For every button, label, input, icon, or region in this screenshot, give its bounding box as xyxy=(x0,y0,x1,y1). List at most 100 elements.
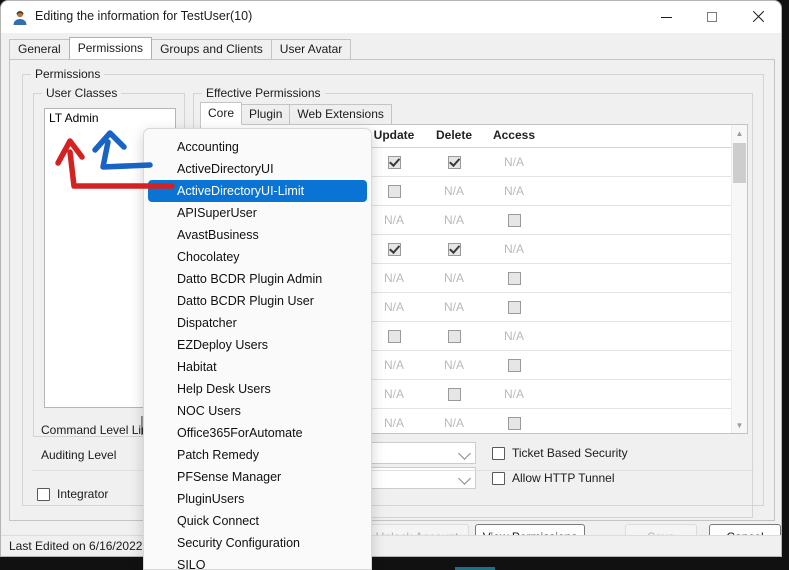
column-header-access[interactable]: Access xyxy=(486,128,542,142)
permission-checkbox-unchecked[interactable] xyxy=(486,264,542,292)
checkbox-box xyxy=(492,472,505,485)
command-level-limit-label: Command Level Limit xyxy=(41,423,157,437)
chevron-down-icon xyxy=(458,472,471,485)
cell-not-applicable: N/A xyxy=(366,380,422,408)
dropdown-item[interactable]: EZDeploy Users xyxy=(148,334,367,356)
dropdown-item[interactable]: PFSense Manager xyxy=(148,466,367,488)
cell-not-applicable: N/A xyxy=(486,148,542,176)
cell-not-applicable: N/A xyxy=(426,409,482,433)
dropdown-item[interactable]: SILO xyxy=(148,554,367,570)
dropdown-item[interactable]: Quick Connect xyxy=(148,510,367,532)
permissions-tab-page: Permissions User Classes LT Admin xyxy=(9,59,775,521)
permission-checkbox-unchecked[interactable] xyxy=(486,351,542,379)
dropdown-item[interactable]: Security Configuration xyxy=(148,532,367,554)
window-titlebar: Editing the information for TestUser(10) xyxy=(1,1,781,33)
ticket-based-security-label: Ticket Based Security xyxy=(512,446,628,460)
checkbox-box xyxy=(448,388,461,401)
checkbox-box xyxy=(388,185,401,198)
dropdown-item[interactable]: Help Desk Users xyxy=(148,378,367,400)
ticket-based-security-checkbox[interactable]: Ticket Based Security xyxy=(492,446,628,460)
tab-plugin[interactable]: Plugin xyxy=(241,104,290,125)
effective-permissions-tabstrip: Core Plugin Web Extensions xyxy=(200,104,391,125)
cell-not-applicable: N/A xyxy=(426,264,482,292)
permission-checkbox-unchecked[interactable] xyxy=(366,177,422,205)
integrator-label: Integrator xyxy=(57,487,108,501)
checkbox-box xyxy=(492,447,505,460)
close-button[interactable] xyxy=(735,1,781,33)
column-header-update[interactable]: Update xyxy=(366,128,422,142)
cell-not-applicable: N/A xyxy=(486,380,542,408)
dropdown-item[interactable]: ActiveDirectoryUI-Limit xyxy=(148,180,367,202)
column-header-delete[interactable]: Delete xyxy=(426,128,482,142)
checkbox-box xyxy=(508,359,521,372)
permission-checkbox-unchecked[interactable] xyxy=(426,322,482,350)
main-tabstrip: General Permissions Groups and Clients U… xyxy=(9,39,350,59)
user-classes-label: User Classes xyxy=(42,86,121,100)
cell-not-applicable: N/A xyxy=(366,409,422,433)
checkbox-box xyxy=(448,243,461,256)
tab-permissions[interactable]: Permissions xyxy=(69,37,152,59)
dropdown-item[interactable]: Accounting xyxy=(148,136,367,158)
scrollbar-thumb[interactable] xyxy=(733,143,746,183)
cell-not-applicable: N/A xyxy=(486,322,542,350)
permission-checkbox-checked[interactable] xyxy=(426,235,482,263)
chevron-down-icon xyxy=(458,447,471,460)
minimize-button[interactable] xyxy=(643,1,689,33)
desktop-background: Editing the information for TestUser(10)… xyxy=(0,0,789,570)
permission-checkbox-unchecked[interactable] xyxy=(486,206,542,234)
dropdown-item[interactable]: APISuperUser xyxy=(148,202,367,224)
permission-checkbox-unchecked[interactable] xyxy=(486,409,542,433)
dropdown-item[interactable]: Dispatcher xyxy=(148,312,367,334)
window-title: Editing the information for TestUser(10) xyxy=(35,9,252,23)
tab-user-avatar[interactable]: User Avatar xyxy=(271,39,351,59)
cell-not-applicable: N/A xyxy=(366,206,422,234)
permission-checkbox-unchecked[interactable] xyxy=(366,322,422,350)
permission-checkbox-checked[interactable] xyxy=(366,148,422,176)
dropdown-item[interactable]: Datto BCDR Plugin User xyxy=(148,290,367,312)
tab-web-extensions[interactable]: Web Extensions xyxy=(289,104,392,125)
checkbox-box xyxy=(508,214,521,227)
dropdown-item[interactable]: Patch Remedy xyxy=(148,444,367,466)
checkbox-box xyxy=(388,243,401,256)
dropdown-item[interactable]: AvastBusiness xyxy=(148,224,367,246)
close-icon xyxy=(752,11,764,23)
tab-core[interactable]: Core xyxy=(200,102,242,125)
app-window: Editing the information for TestUser(10)… xyxy=(0,0,782,557)
permission-checkbox-checked[interactable] xyxy=(426,148,482,176)
status-text: Last Edited on 6/16/2022 3 xyxy=(9,539,152,553)
permission-checkbox-unchecked[interactable] xyxy=(486,293,542,321)
checkbox-box xyxy=(37,488,50,501)
cell-not-applicable: N/A xyxy=(426,293,482,321)
scroll-up-icon[interactable]: ▲ xyxy=(732,125,747,141)
dropdown-item[interactable]: Chocolatey xyxy=(148,246,367,268)
tab-groups-and-clients[interactable]: Groups and Clients xyxy=(151,39,272,59)
dropdown-item[interactable]: PluginUsers xyxy=(148,488,367,510)
dropdown-item[interactable]: Office365ForAutomate xyxy=(148,422,367,444)
cell-not-applicable: N/A xyxy=(366,264,422,292)
dropdown-item[interactable]: NOC Users xyxy=(148,400,367,422)
cell-not-applicable: N/A xyxy=(486,177,542,205)
window-controls xyxy=(643,1,781,33)
cell-not-applicable: N/A xyxy=(486,235,542,263)
checkbox-box xyxy=(508,272,521,285)
scroll-down-icon[interactable]: ▼ xyxy=(732,417,747,433)
permission-checkbox-unchecked[interactable] xyxy=(426,380,482,408)
list-item[interactable]: LT Admin xyxy=(45,109,175,127)
integrator-checkbox[interactable]: Integrator xyxy=(37,487,108,501)
cell-not-applicable: N/A xyxy=(366,351,422,379)
maximize-icon xyxy=(707,12,717,22)
permissions-groupbox-label: Permissions xyxy=(31,67,104,81)
user-class-dropdown-list[interactable]: AccountingActiveDirectoryUIActiveDirecto… xyxy=(143,128,372,570)
permission-checkbox-checked[interactable] xyxy=(366,235,422,263)
dropdown-item[interactable]: ActiveDirectoryUI xyxy=(148,158,367,180)
cell-not-applicable: N/A xyxy=(426,177,482,205)
checkbox-box xyxy=(508,417,521,430)
tab-general[interactable]: General xyxy=(9,39,70,59)
checkbox-box xyxy=(448,330,461,343)
allow-http-tunnel-checkbox[interactable]: Allow HTTP Tunnel xyxy=(492,471,615,485)
dropdown-item[interactable]: Datto BCDR Plugin Admin xyxy=(148,268,367,290)
maximize-button[interactable] xyxy=(689,1,735,33)
dropdown-item[interactable]: Habitat xyxy=(148,356,367,378)
grid-vertical-scrollbar[interactable]: ▲ ▼ xyxy=(731,125,747,433)
cell-not-applicable: N/A xyxy=(426,206,482,234)
